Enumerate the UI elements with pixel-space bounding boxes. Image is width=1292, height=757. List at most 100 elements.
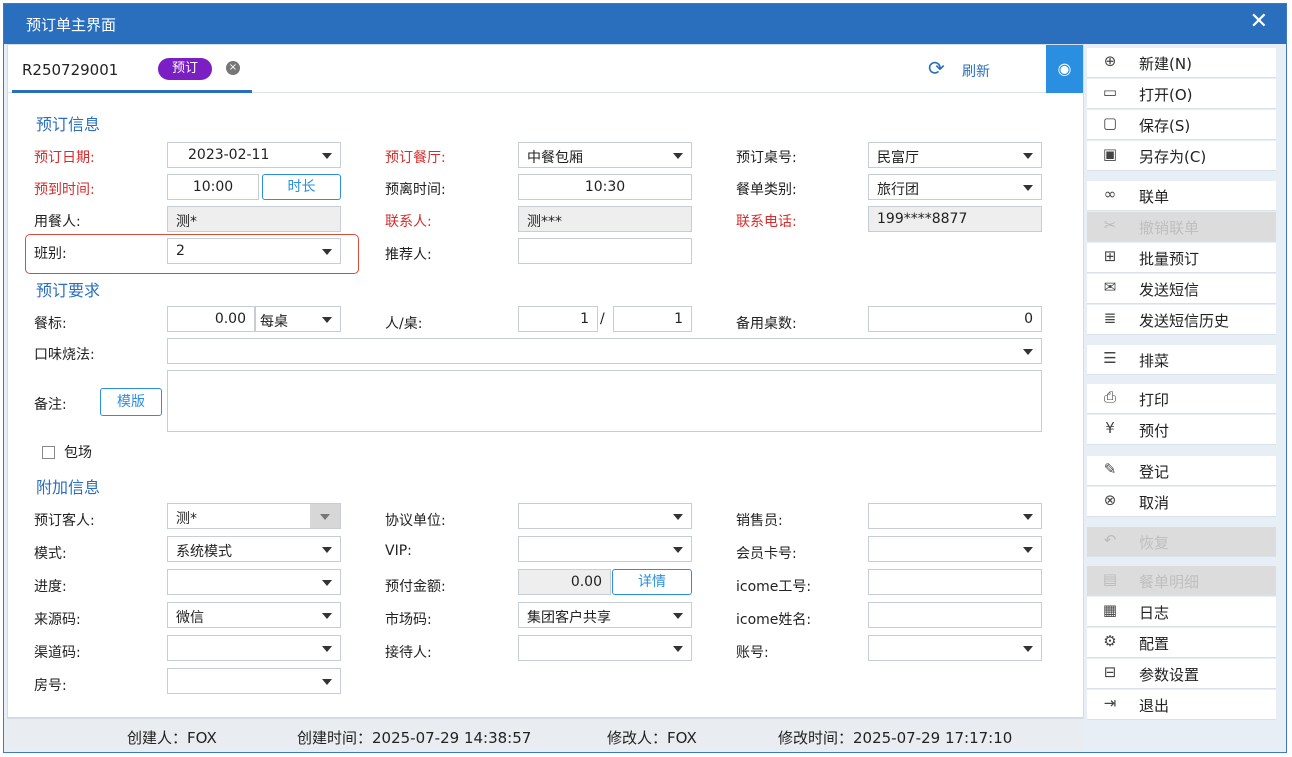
menu-item-link-order[interactable]: ∞ 联单 — [1087, 181, 1276, 211]
chevron-down-icon — [1023, 514, 1033, 520]
mode-select[interactable]: 系统模式 — [167, 536, 341, 562]
source-code-label: 来源码: — [34, 612, 81, 628]
meal-standard-unit-select[interactable]: 每桌 — [255, 306, 341, 332]
status-footer: 创建人：FOX 创建时间：2025-07-29 14:38:57 修改人：FOX… — [7, 718, 1084, 750]
chevron-down-icon — [320, 514, 330, 520]
booking-date-field[interactable]: 2023-02-11 — [167, 142, 341, 168]
vip-select[interactable] — [518, 536, 692, 562]
account-label: 账号: — [736, 645, 769, 661]
taste-select[interactable] — [167, 338, 1042, 364]
private-checkbox[interactable] — [42, 446, 55, 459]
batch-icon: ⊞ — [1103, 247, 1117, 265]
sales-select[interactable] — [868, 503, 1042, 529]
menu-item-new[interactable]: ⊕ 新建(N) — [1087, 48, 1276, 78]
private-label: 包场 — [64, 445, 92, 461]
list-icon: ▤ — [1102, 570, 1118, 588]
remark-textarea[interactable] — [167, 370, 1042, 432]
guest-select[interactable]: 测* — [167, 503, 341, 529]
menu-item-dish-arrange[interactable]: ☰ 排菜 — [1087, 345, 1276, 375]
menu-item-prepay[interactable]: ¥ 预付 — [1087, 415, 1276, 445]
menu-item-print[interactable]: ⎙ 打印 — [1087, 384, 1276, 414]
table-number-label: 预订桌号: — [736, 150, 797, 166]
modified-time-text: 修改时间：2025-07-29 17:17:10 — [778, 729, 1013, 747]
duration-button[interactable]: 时长 — [262, 174, 341, 200]
booking-date-label: 预订日期: — [34, 150, 95, 166]
menu-item-label: 取消 — [1139, 494, 1170, 512]
menu-item-param-settings[interactable]: ⊟ 参数设置 — [1087, 659, 1276, 689]
menu-item-label: 撤销联单 — [1139, 219, 1200, 237]
table-number-select[interactable]: 民富厅 — [868, 142, 1042, 168]
market-code-select[interactable]: 集团客户共享 — [518, 602, 692, 628]
menu-type-select[interactable]: 旅行团 — [868, 174, 1042, 200]
meal-standard-input[interactable]: 0.00 — [167, 306, 255, 332]
menu-item-save-as[interactable]: ▣ 另存为(C) — [1087, 141, 1276, 171]
taste-label: 口味烧法: — [34, 347, 95, 363]
channel-code-select[interactable] — [167, 635, 341, 661]
menu-item-label: 保存(S) — [1139, 117, 1191, 135]
menu-item-send-sms[interactable]: ✉ 发送短信 — [1087, 274, 1276, 304]
dish-icon: ☰ — [1103, 349, 1117, 367]
account-select[interactable] — [868, 635, 1042, 661]
exit-icon: ⇥ — [1103, 694, 1117, 712]
receptionist-select[interactable] — [518, 635, 692, 661]
menu-item-exit[interactable]: ⇥ 退出 — [1087, 690, 1276, 720]
refresh-icon: ⟳ — [928, 56, 945, 80]
template-button[interactable]: 模版 — [100, 388, 162, 416]
mode-label: 模式: — [34, 546, 67, 562]
menu-item-register[interactable]: ✎ 登记 — [1087, 456, 1276, 486]
menu-item-sms-history[interactable]: ≣ 发送短信历史 — [1087, 305, 1276, 335]
menu-item-batch-booking[interactable]: ⊞ 批量预订 — [1087, 243, 1276, 273]
persons-input[interactable]: 1 — [518, 306, 598, 332]
prepay-field: 0.00 — [518, 569, 611, 595]
tab-order[interactable]: R250729001 预订 × — [12, 45, 252, 93]
menu-item-open[interactable]: ▭ 打开(O) — [1087, 79, 1276, 109]
section-booking-info: 预订信息 — [36, 115, 101, 134]
contact-field: 测*** — [518, 206, 692, 232]
chevron-down-icon — [322, 547, 332, 553]
contact-label: 联系人: — [385, 214, 432, 230]
window-title: 预订单主界面 — [26, 16, 117, 34]
menu-item-config[interactable]: ⚙ 配置 — [1087, 628, 1276, 658]
menu-item-cancel[interactable]: ⊗ 取消 — [1087, 487, 1276, 517]
tables-input[interactable]: 1 — [613, 306, 692, 332]
meal-standard-label: 餐标: — [34, 316, 67, 332]
tab-close-icon[interactable]: × — [226, 61, 240, 75]
booking-hall-select[interactable]: 中餐包厢 — [518, 142, 692, 168]
referrer-input[interactable] — [518, 238, 692, 264]
shift-label: 班别: — [34, 246, 67, 262]
source-code-select[interactable]: 微信 — [167, 602, 341, 628]
chevron-down-icon — [1023, 153, 1033, 159]
history-icon: ≣ — [1103, 309, 1117, 327]
icome-name-input[interactable] — [868, 602, 1042, 628]
agreement-select[interactable] — [518, 503, 692, 529]
settings-icon: ⊟ — [1103, 663, 1117, 681]
room-number-select[interactable] — [167, 668, 341, 694]
prepay-detail-button[interactable]: 详情 — [612, 569, 692, 595]
sales-label: 销售员: — [736, 513, 783, 529]
diner-field: 测* — [167, 206, 341, 232]
menu-item-label: 发送短信 — [1139, 281, 1200, 299]
close-icon[interactable]: ✕ — [1250, 10, 1268, 34]
chevron-down-icon — [322, 249, 332, 255]
menu-item-label: 恢复 — [1139, 534, 1170, 552]
spare-tables-input[interactable]: 0 — [868, 306, 1042, 332]
chevron-down-icon — [1023, 185, 1033, 191]
vip-label: VIP: — [385, 543, 412, 559]
leave-time-input[interactable]: 10:30 — [518, 174, 692, 200]
yen-icon: ¥ — [1105, 419, 1115, 437]
refresh-button[interactable]: ⟳ 刷新 — [928, 56, 1018, 83]
action-menu: ⊕ 新建(N) ▭ 打开(O) ▢ 保存(S) ▣ 另存为(C) ∞ 联单 ✂ 撤销联单 ⊞ 批量预订 ✉ 发… — [1084, 44, 1276, 746]
status-badge: 预订 — [158, 58, 212, 80]
order-panel: R250729001 预订 × ⟳ 刷新 ◉ 预订信息 预订日期: 2023-0… — [7, 44, 1084, 718]
menu-item-save[interactable]: ▢ 保存(S) — [1087, 110, 1276, 140]
phone-field: 199****8877 — [868, 206, 1042, 232]
icome-number-input[interactable] — [868, 569, 1042, 595]
progress-select[interactable] — [167, 569, 341, 595]
menu-item-log[interactable]: ▦ 日志 — [1087, 597, 1276, 627]
chevron-down-icon — [673, 613, 683, 619]
shift-select[interactable]: 2 — [167, 238, 341, 264]
arrive-time-input[interactable]: 10:00 — [167, 174, 259, 200]
undo-icon: ↶ — [1103, 531, 1117, 549]
member-card-select[interactable] — [868, 536, 1042, 562]
eye-icon[interactable]: ◉ — [1046, 45, 1083, 93]
